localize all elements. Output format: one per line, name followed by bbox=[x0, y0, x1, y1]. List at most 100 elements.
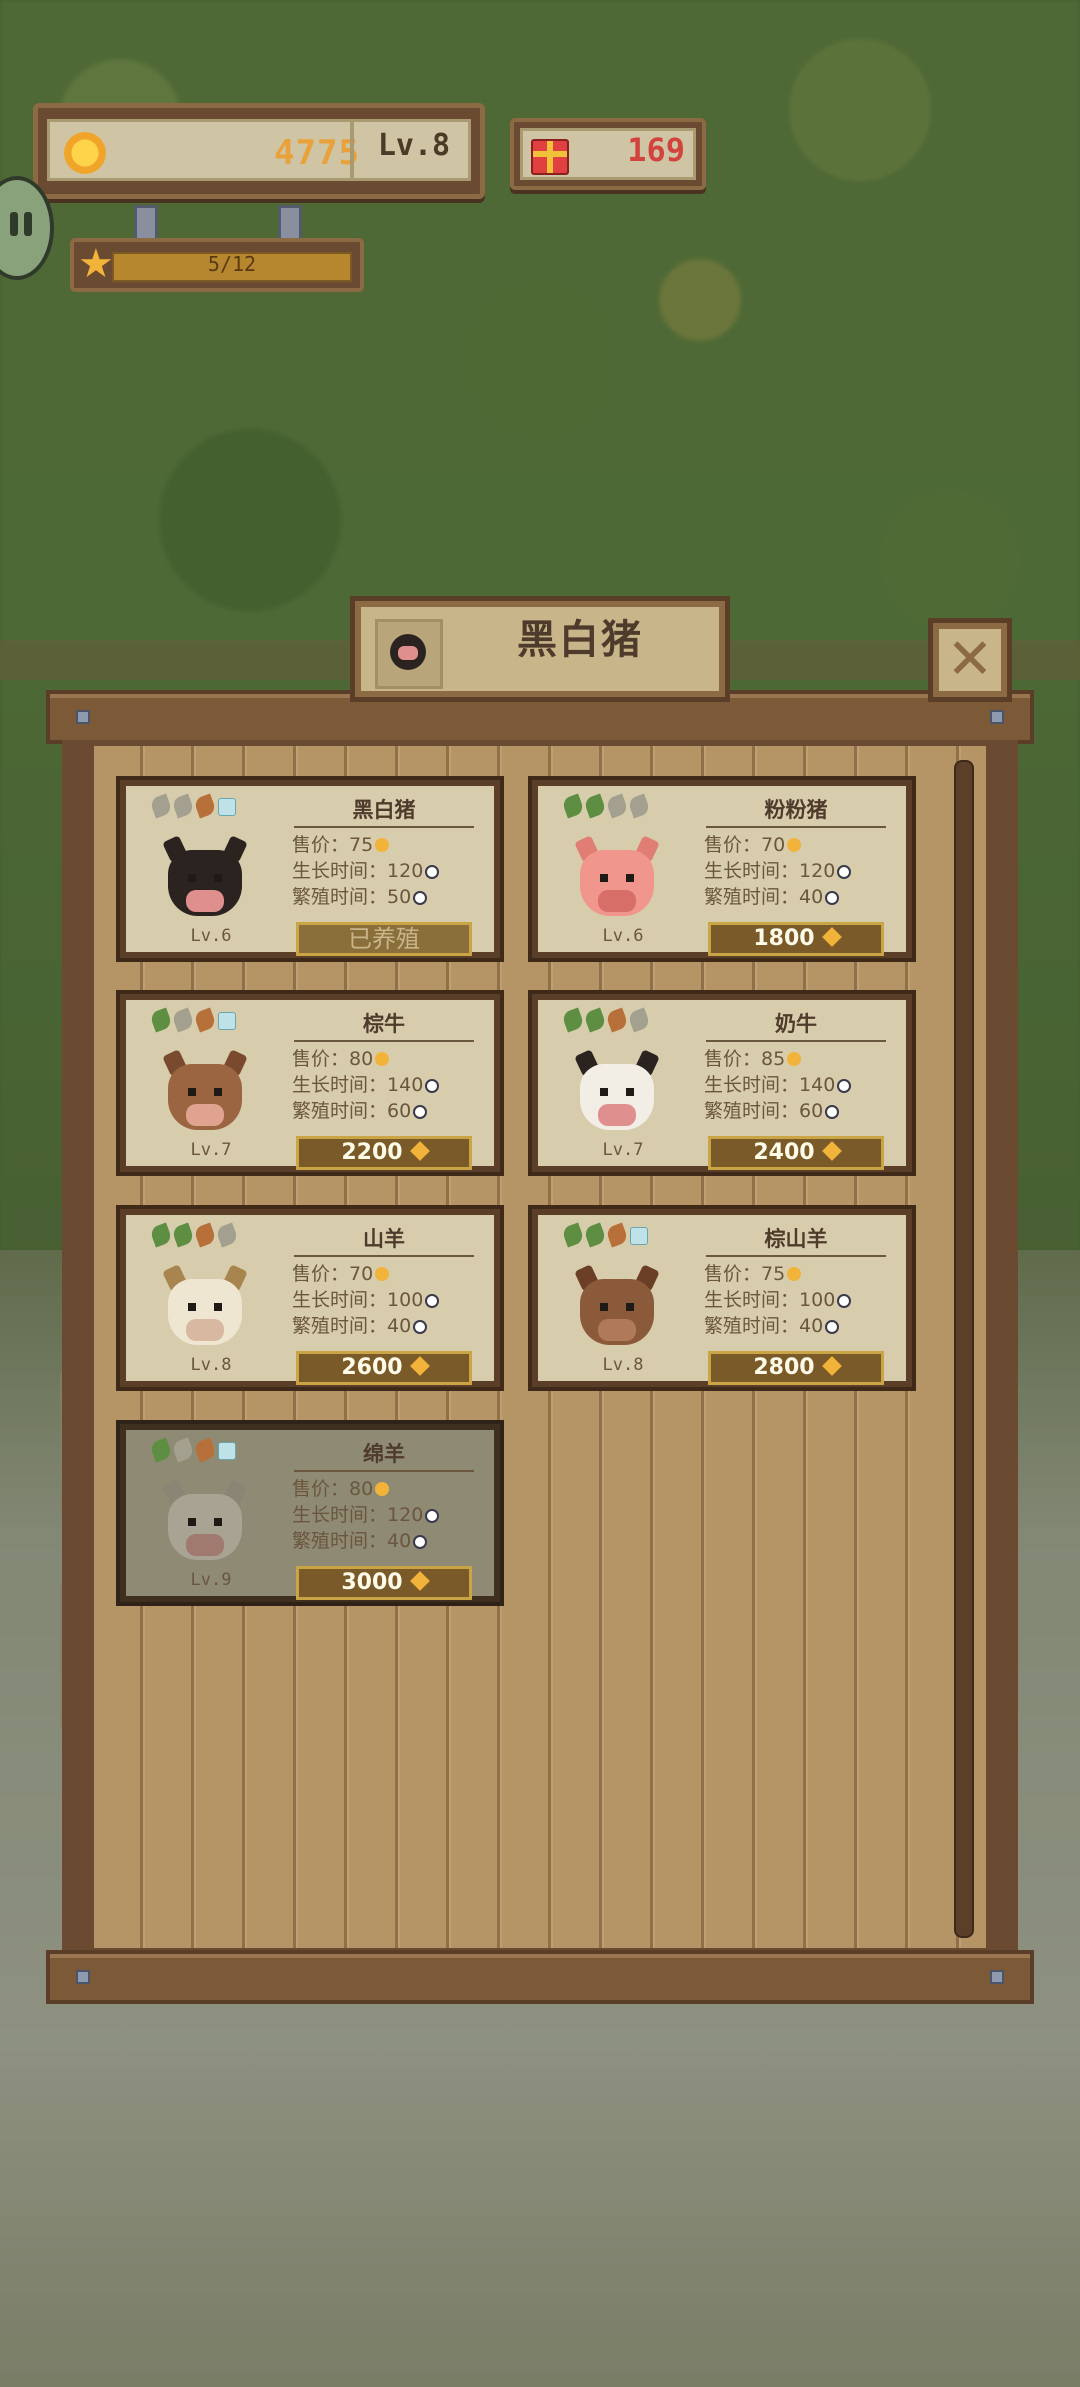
animal-card[interactable]: 奶牛 售价：85 生长时间：140 繁殖时间：60 Lv.7 2400 bbox=[528, 990, 916, 1176]
buy-button[interactable]: 1800 bbox=[708, 922, 884, 956]
breed-time-stat: 繁殖时间：60 bbox=[704, 1096, 914, 1122]
buy-button[interactable]: 2400 bbox=[708, 1136, 884, 1170]
pig-portrait-icon bbox=[375, 619, 443, 689]
clock-icon bbox=[825, 891, 840, 905]
coin-diamond-icon bbox=[821, 1356, 842, 1376]
buy-button-label: 2800 bbox=[753, 1355, 815, 1380]
eye bbox=[214, 1518, 222, 1526]
snout bbox=[598, 1104, 636, 1126]
animal-card[interactable]: 粉粉猪 售价：70 生长时间：120 繁殖时间：40 Lv.6 1800 bbox=[528, 776, 916, 962]
leaf-icon bbox=[149, 793, 173, 819]
buy-button-label: 2600 bbox=[341, 1355, 403, 1380]
buy-button[interactable]: 2600 bbox=[296, 1351, 472, 1385]
gift-counter[interactable]: 169 bbox=[510, 118, 706, 190]
eye bbox=[600, 874, 608, 882]
breed-time-stat: 繁殖时间：40 bbox=[704, 1311, 914, 1337]
eye bbox=[188, 1303, 196, 1311]
rivet bbox=[76, 1970, 90, 1984]
leaf-icon bbox=[218, 1012, 236, 1030]
eye bbox=[214, 1303, 222, 1311]
leaf-icon bbox=[561, 1222, 585, 1248]
price-value: 75 bbox=[349, 834, 374, 856]
panel-scrollbar[interactable] bbox=[954, 760, 974, 1938]
grow-value: 120 bbox=[387, 1504, 424, 1526]
coin-counter: 4775 Lv.8 bbox=[33, 103, 485, 199]
clock-icon bbox=[413, 891, 428, 905]
coin-icon bbox=[375, 1052, 390, 1066]
breed-label: 繁殖时间： bbox=[292, 886, 388, 908]
panel-title-plate: 黑白猪 bbox=[350, 596, 730, 702]
snout bbox=[598, 890, 636, 912]
animal-card[interactable]: 山羊 售价：70 生长时间：100 繁殖时间：40 Lv.8 2600 bbox=[116, 1205, 504, 1391]
leaf-icon bbox=[561, 793, 585, 819]
grow-value: 140 bbox=[387, 1074, 424, 1096]
grow-time-stat: 生长时间：140 bbox=[704, 1070, 914, 1096]
buy-button-label: 已养殖 bbox=[348, 925, 420, 953]
buy-button[interactable]: 2800 bbox=[708, 1351, 884, 1385]
breed-value: 40 bbox=[799, 1315, 824, 1337]
snout bbox=[186, 890, 224, 912]
breed-value: 60 bbox=[799, 1100, 824, 1122]
owned-button[interactable]: 已养殖 bbox=[296, 922, 472, 956]
eye bbox=[214, 874, 222, 882]
grow-time-stat: 生长时间：120 bbox=[292, 1500, 502, 1526]
animal-card[interactable]: 棕山羊 售价：75 生长时间：100 繁殖时间：40 Lv.8 2800 bbox=[528, 1205, 916, 1391]
price-stat: 售价：70 bbox=[292, 1259, 502, 1285]
leaf-icon bbox=[627, 1007, 651, 1033]
buy-button-label: 2400 bbox=[753, 1140, 815, 1165]
coin-diamond-icon bbox=[409, 1141, 430, 1161]
grow-label: 生长时间： bbox=[292, 1289, 388, 1311]
grow-value: 140 bbox=[799, 1074, 836, 1096]
snout bbox=[598, 1319, 636, 1341]
breed-time-stat: 繁殖时间：60 bbox=[292, 1096, 502, 1122]
animal-level: Lv.7 bbox=[602, 1140, 644, 1160]
pause-icon bbox=[10, 212, 18, 236]
eye bbox=[214, 1088, 222, 1096]
price-stat: 售价：85 bbox=[704, 1044, 914, 1070]
leaf-icon bbox=[149, 1222, 173, 1248]
leaf-icon bbox=[605, 1222, 629, 1248]
xp-bar: ★ 5/12 bbox=[70, 238, 364, 292]
animal-name: 奶牛 bbox=[706, 1008, 886, 1042]
divider bbox=[350, 122, 354, 178]
grow-label: 生长时间： bbox=[704, 1289, 800, 1311]
coin-diamond-icon bbox=[409, 1356, 430, 1376]
eye bbox=[188, 874, 196, 882]
leaf-icon bbox=[171, 1007, 195, 1033]
price-value: 75 bbox=[761, 1263, 786, 1285]
price-label: 售价： bbox=[292, 834, 350, 856]
animal-card[interactable]: 黑白猪 售价：75 生长时间：120 繁殖时间：50 Lv.6 已养殖 bbox=[116, 776, 504, 962]
clock-icon bbox=[425, 1294, 440, 1308]
buy-button[interactable]: 2200 bbox=[296, 1136, 472, 1170]
breed-value: 50 bbox=[387, 886, 412, 908]
food-preference-icons bbox=[149, 1007, 240, 1033]
leaf-icon bbox=[630, 1227, 648, 1245]
food-preference-icons bbox=[561, 793, 652, 819]
buy-button-label: 2200 bbox=[341, 1140, 403, 1165]
eye bbox=[188, 1518, 196, 1526]
leaf-icon bbox=[627, 793, 651, 819]
clock-icon bbox=[425, 865, 440, 879]
breed-time-stat: 繁殖时间：40 bbox=[704, 882, 914, 908]
leaf-icon bbox=[583, 1007, 607, 1033]
breed-time-stat: 繁殖时间：50 bbox=[292, 882, 502, 908]
clock-icon bbox=[837, 865, 852, 879]
leaf-icon bbox=[605, 793, 629, 819]
food-preference-icons bbox=[561, 1007, 652, 1033]
eye bbox=[626, 1088, 634, 1096]
animal-level: Lv.6 bbox=[602, 926, 644, 946]
close-button[interactable]: ✕ bbox=[928, 618, 1012, 702]
coin-diamond-icon bbox=[821, 927, 842, 947]
snout bbox=[186, 1104, 224, 1126]
animal-card[interactable]: 棕牛 售价：80 生长时间：140 繁殖时间：60 Lv.7 2200 bbox=[116, 990, 504, 1176]
animal-name: 山羊 bbox=[294, 1223, 474, 1257]
animal-card[interactable]: 绵羊 售价：80 生长时间：120 繁殖时间：40 Lv.9 3000 bbox=[116, 1420, 504, 1606]
buy-button[interactable]: 3000 bbox=[296, 1566, 472, 1600]
buy-button-label: 3000 bbox=[341, 1570, 403, 1595]
price-stat: 售价：75 bbox=[704, 1259, 914, 1285]
leaf-icon bbox=[583, 1222, 607, 1248]
animal-sprite-icon bbox=[158, 1046, 252, 1140]
coin-diamond-icon bbox=[409, 1571, 430, 1591]
rivet bbox=[76, 710, 90, 724]
price-value: 70 bbox=[349, 1263, 374, 1285]
